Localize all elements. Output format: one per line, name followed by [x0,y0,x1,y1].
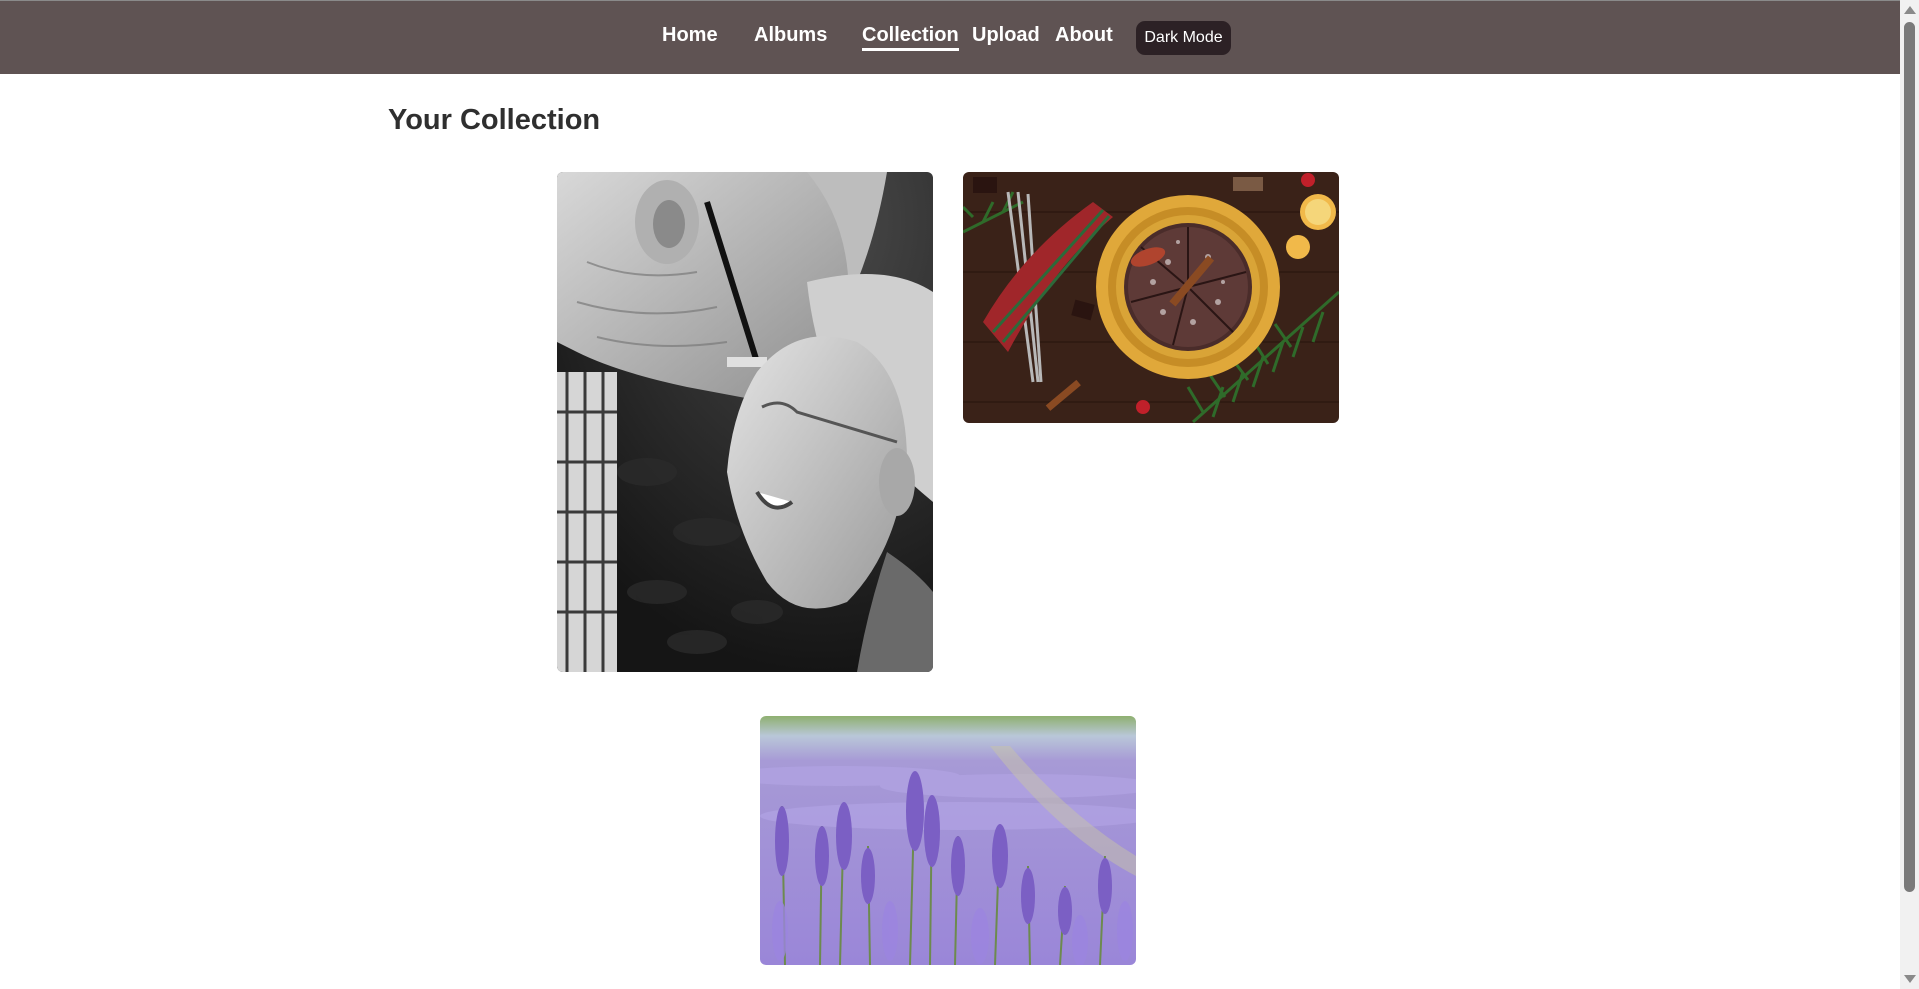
top-navbar: Home Albums Collection Upload About Dark… [0,0,1900,74]
scroll-down-arrow-icon[interactable] [1904,975,1916,983]
photo-lavender[interactable] [760,716,1136,965]
scroll-up-arrow-icon[interactable] [1904,6,1916,14]
vertical-scrollbar[interactable] [1900,0,1919,989]
nav-albums-link[interactable]: Albums [754,23,827,47]
lavender-image [760,716,1136,965]
photo-couple[interactable] [557,172,933,672]
couple-image [557,172,933,672]
page-title: Your Collection [388,104,601,136]
nav-collection-link[interactable]: Collection [862,23,959,51]
nav-home-link[interactable]: Home [662,23,718,47]
page: Home Albums Collection Upload About Dark… [0,0,1919,989]
nav-about-link[interactable]: About [1055,23,1113,47]
nav-upload-link[interactable]: Upload [972,23,1040,47]
dark-mode-button[interactable]: Dark Mode [1136,21,1231,55]
scrollbar-thumb[interactable] [1904,22,1915,892]
photo-cake[interactable] [963,172,1339,423]
cake-image [963,172,1339,423]
